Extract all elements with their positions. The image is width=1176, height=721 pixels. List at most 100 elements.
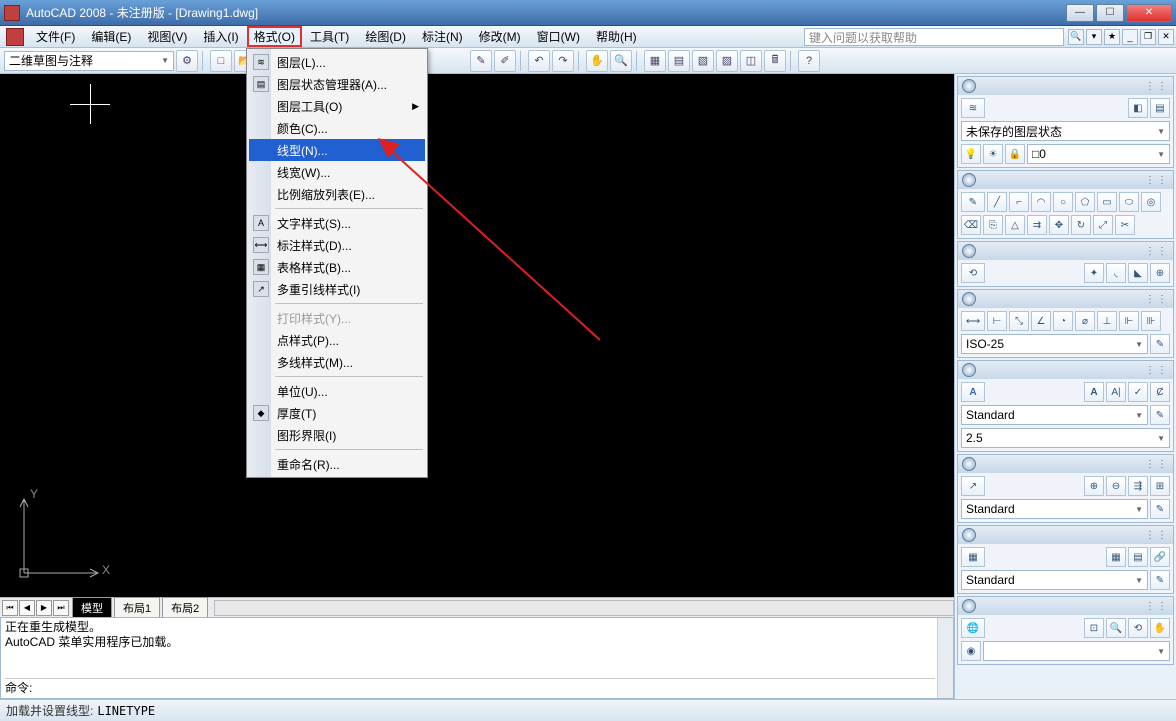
menu-help[interactable]: 帮助(H) [588,25,645,48]
ml-collect-icon[interactable]: ⊞ [1150,476,1170,496]
collapse-icon[interactable] [962,599,976,613]
doc-close-icon[interactable]: ✕ [1158,29,1174,45]
command-input[interactable]: 命令: [5,678,935,696]
zoom-ext-icon[interactable]: ⊡ [1084,618,1104,638]
draw-icon[interactable]: ✎ [961,192,985,212]
ml-remove-icon[interactable]: ⊖ [1106,476,1126,496]
close-button[interactable]: ✕ [1126,4,1172,22]
lock-icon[interactable]: 🔒 [1005,144,1025,164]
menu-item-rename[interactable]: 重命名(R)... [249,453,425,475]
menu-item-lineweight[interactable]: 线宽(W)... [249,161,425,183]
menu-item-mleader-style[interactable]: ↗多重引线样式(I) [249,278,425,300]
radius-icon[interactable]: ◔ [1053,311,1073,331]
menu-view[interactable]: 视图(V) [139,25,195,48]
nav-icon[interactable]: 🌐 [961,618,985,638]
offset-icon[interactable]: ⇉ [1027,215,1047,235]
table-export-icon[interactable]: ▤ [1128,547,1148,567]
dtext-icon[interactable]: A| [1106,382,1126,402]
menu-file[interactable]: 文件(F) [28,25,83,48]
explode-icon[interactable]: ✦ [1084,263,1104,283]
layers-icon[interactable]: ≋ [961,98,985,118]
trim-icon[interactable]: ✂ [1115,215,1135,235]
menu-draw[interactable]: 绘图(D) [357,25,414,48]
chamfer-icon[interactable]: ◣ [1128,263,1148,283]
pan2-icon[interactable]: ✋ [1150,618,1170,638]
ml-add-icon[interactable]: ⊕ [1084,476,1104,496]
join-icon[interactable]: ⊕ [1150,263,1170,283]
spell-icon[interactable]: ✓ [1128,382,1148,402]
table-icon[interactable]: ▦ [961,547,985,567]
circle-icon[interactable]: ○ [1053,192,1073,212]
collapse-icon[interactable] [962,363,976,377]
scrollbar[interactable] [937,618,953,698]
polygon-icon[interactable]: ⬠ [1075,192,1095,212]
arc-icon[interactable]: ◠ [1031,192,1051,212]
collapse-icon[interactable] [962,244,976,258]
pline-icon[interactable]: ⌐ [1009,192,1029,212]
mleader-edit-icon[interactable]: ✎ [1150,499,1170,519]
tab-last-icon[interactable]: ⏭ [53,600,69,616]
menu-item-limits[interactable]: 图形界限(I) [249,424,425,446]
menu-item-layer[interactable]: ≋图层(L)... [249,51,425,73]
ellipse-icon[interactable]: ⬭ [1119,192,1139,212]
mleader-icon[interactable]: ↗ [961,476,985,496]
textstyle-edit-icon[interactable]: ✎ [1150,405,1170,425]
scale-icon[interactable]: ⤢ [1093,215,1113,235]
aligned-icon[interactable]: ⤡ [1009,311,1029,331]
linear-icon[interactable]: ⊢ [987,311,1007,331]
layer-filter-icon[interactable]: ◧ [1128,98,1148,118]
calculator-icon[interactable]: 🖩 [764,50,786,72]
help-search-input[interactable]: 键入问题以获取帮助 [804,28,1064,46]
dimstyle-combo[interactable]: ISO-25▼ [961,334,1148,354]
layer-combo[interactable]: □ 0▼ [1027,144,1170,164]
mleader-combo[interactable]: Standard▼ [961,499,1148,519]
collapse-icon[interactable] [962,79,976,93]
menu-item-table-style[interactable]: ▦表格样式(B)... [249,256,425,278]
menu-item-color[interactable]: 颜色(C)... [249,117,425,139]
donut-icon[interactable]: ◎ [1141,192,1161,212]
zoom-win-icon[interactable]: 🔍 [1106,618,1126,638]
mirror-icon[interactable]: △ [1005,215,1025,235]
tool-palette-icon[interactable]: ▦ [644,50,666,72]
baseline-icon[interactable]: ⊩ [1119,311,1139,331]
tab-scroll-track[interactable] [214,600,954,616]
collapse-icon[interactable] [962,292,976,306]
orbit-icon[interactable]: ◉ [961,641,981,661]
tab-layout1[interactable]: 布局1 [114,597,160,618]
copy-icon[interactable]: ⎘ [983,215,1003,235]
rotate-icon[interactable]: ↻ [1071,215,1091,235]
brush-icon[interactable]: ✎ [470,50,492,72]
angular-icon[interactable]: ∠ [1031,311,1051,331]
table-combo[interactable]: Standard▼ [961,570,1148,590]
continue-icon[interactable]: ⊪ [1141,311,1161,331]
maximize-button[interactable]: ☐ [1096,4,1124,22]
menu-item-layer-state[interactable]: ▤图层状态管理器(A)... [249,73,425,95]
markup-icon[interactable]: ▧ [692,50,714,72]
doc-minimize-icon[interactable]: _ [1122,29,1138,45]
modify-icon[interactable]: ⟲ [961,263,985,283]
menu-window[interactable]: 窗口(W) [529,25,588,48]
minimize-button[interactable]: — [1066,4,1094,22]
menu-dimension[interactable]: 标注(N) [414,25,471,48]
diameter-icon[interactable]: ⌀ [1075,311,1095,331]
quickcalc-icon[interactable]: ▨ [716,50,738,72]
menu-modify[interactable]: 修改(M) [471,25,529,48]
line-icon[interactable]: ╱ [987,192,1007,212]
menu-item-text-style[interactable]: A文字样式(S)... [249,212,425,234]
table-insert-icon[interactable]: ▦ [1106,547,1126,567]
zoom-icon[interactable]: 🔍 [610,50,632,72]
layer-icon[interactable]: ◫ [740,50,762,72]
fillet-icon[interactable]: ◟ [1106,263,1126,283]
layer-states-icon[interactable]: ▤ [1150,98,1170,118]
tab-prev-icon[interactable]: ◀ [19,600,35,616]
sun-icon[interactable]: ☀ [983,144,1003,164]
pan-icon[interactable]: ✋ [586,50,608,72]
dim-icon[interactable]: ⟷ [961,311,985,331]
app-menu-icon[interactable] [6,28,24,46]
table-link-icon[interactable]: 🔗 [1150,547,1170,567]
textsize-combo[interactable]: 2.5▼ [961,428,1170,448]
zoom-prev-icon[interactable]: ⟲ [1128,618,1148,638]
menu-item-point-style[interactable]: 点样式(P)... [249,329,425,351]
gear-icon[interactable]: ⚙ [176,50,198,72]
sheet-set-icon[interactable]: ▤ [668,50,690,72]
